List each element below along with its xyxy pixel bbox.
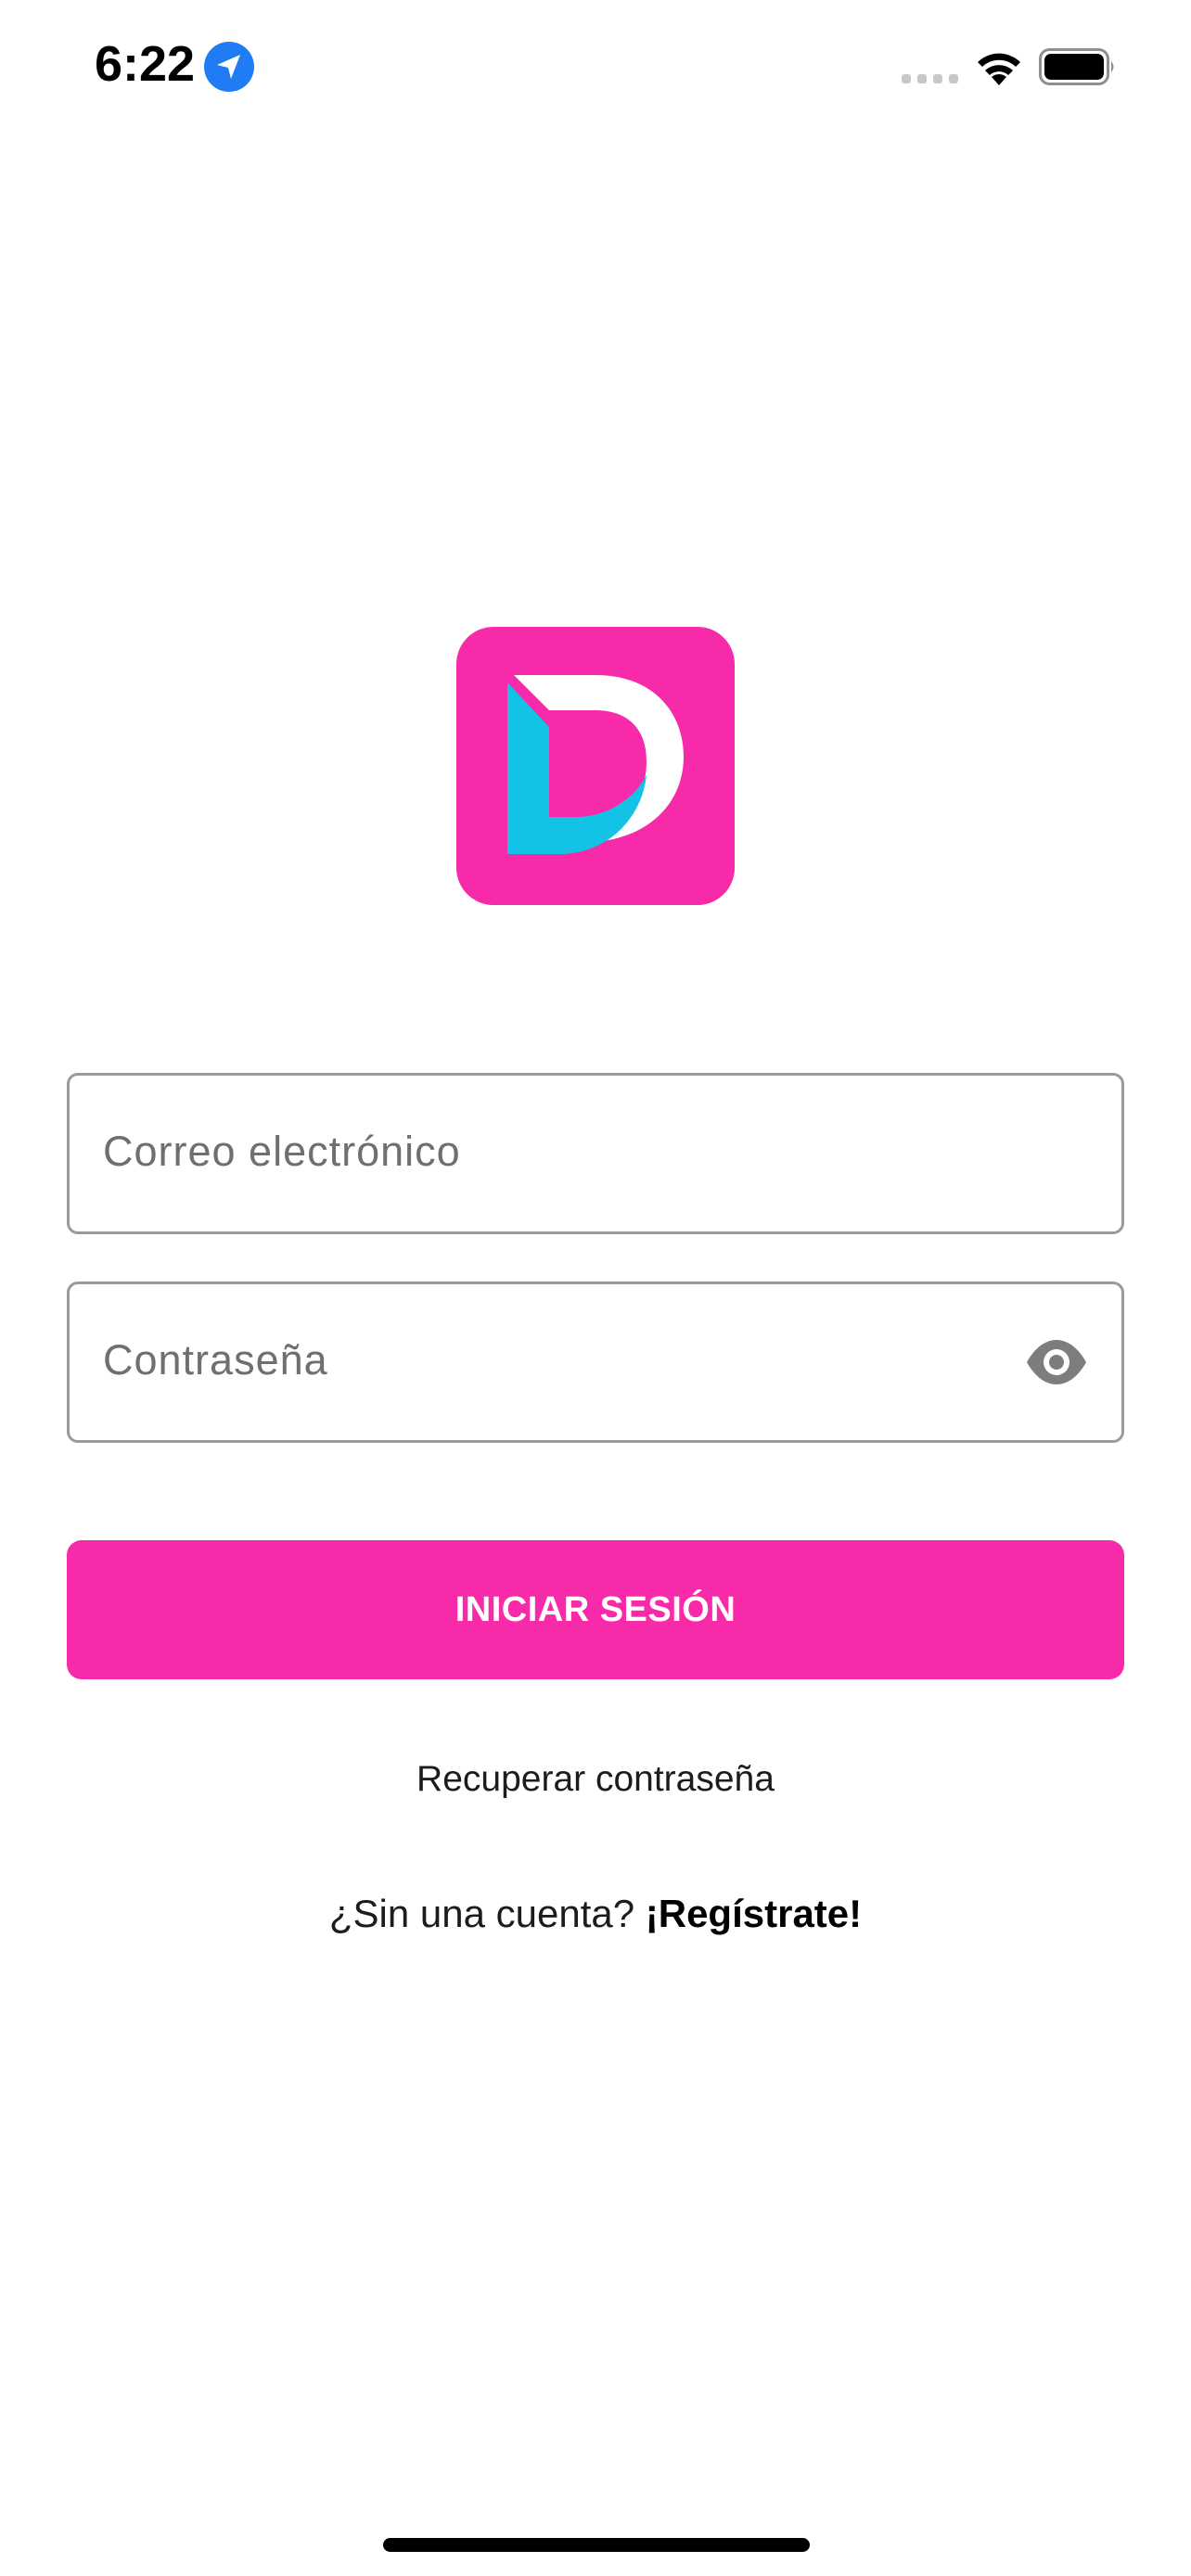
- password-placeholder: Contraseña: [103, 1336, 328, 1384]
- location-icon: [204, 42, 254, 92]
- signup-prompt: ¿Sin una cuenta?: [328, 1892, 646, 1935]
- password-field[interactable]: Contraseña: [67, 1282, 1124, 1443]
- recover-password-link[interactable]: Recuperar contraseña: [416, 1759, 775, 1799]
- eye-icon[interactable]: [1025, 1334, 1088, 1390]
- signal-icon: [902, 74, 958, 83]
- login-button[interactable]: INICIAR SESIÓN: [67, 1540, 1124, 1679]
- signup-link[interactable]: ¡Regístrate!: [646, 1892, 862, 1935]
- status-bar: 6:22: [0, 0, 1191, 139]
- wifi-icon: [978, 53, 1020, 85]
- app-logo: [456, 627, 735, 905]
- email-placeholder: Correo electrónico: [103, 1128, 461, 1175]
- email-field[interactable]: Correo electrónico: [67, 1073, 1124, 1234]
- home-indicator: [383, 2538, 810, 2552]
- status-time: 6:22: [95, 36, 196, 92]
- battery-icon: [1039, 48, 1114, 85]
- signup-row: ¿Sin una cuenta? ¡Regístrate!: [0, 1892, 1191, 1936]
- app-logo-mark: [507, 675, 684, 854]
- recover-password-row: Recuperar contraseña: [0, 1759, 1191, 1800]
